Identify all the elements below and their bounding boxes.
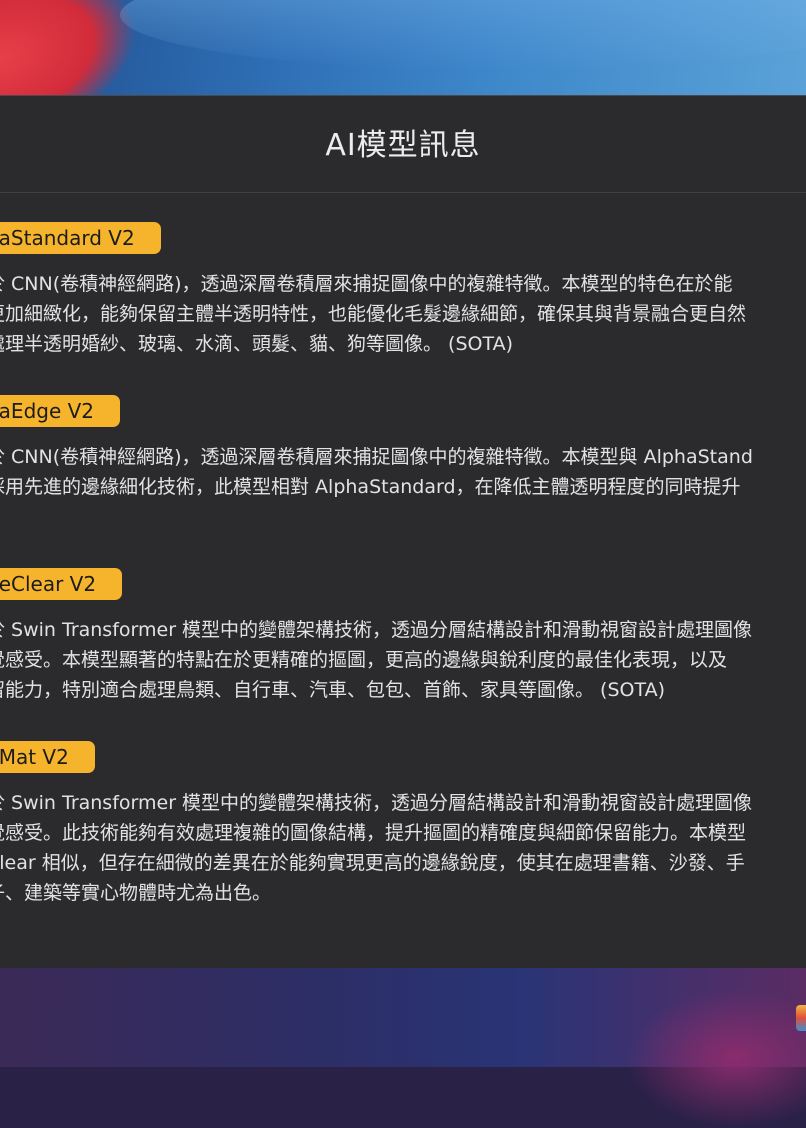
model-tag: haEdge V2 bbox=[0, 395, 121, 427]
description-line: 處理半透明婚紗、玻璃、水滴、頭髮、貓、狗等圖像。 (SOTA) bbox=[0, 333, 514, 355]
model-description: 於 CNN(卷積神經網路)，透過深層卷積層來捕捉圖像中的複雜特徵。本模型與 Al… bbox=[0, 442, 806, 532]
description-line: 於 CNN(卷積神經網路)，透過深層卷積層來捕捉圖像中的複雜特徵。本模型與 Al… bbox=[0, 446, 753, 468]
description-line: 更加細緻化，能夠保留主體半透明特性，也能優化毛髮邊緣細節，確保其與背景融合更自然 bbox=[0, 303, 747, 325]
description-line: 於 Swin Transformer 模型中的變體架構技術，透過分層結構設計和滑… bbox=[0, 792, 753, 814]
model-tag-label: haEdge V2 bbox=[0, 399, 95, 423]
model-description: 於 Swin Transformer 模型中的變體架構技術，透過分層結構設計和滑… bbox=[0, 615, 806, 705]
description-line: 覺感受。此技術能夠有效處理複雜的圖像結構，提升摳圖的精確度與細節保留能力。本模型 bbox=[0, 822, 747, 844]
window-title: AI模型訊息 bbox=[325, 128, 481, 163]
model-tag-label: dMat V2 bbox=[0, 745, 69, 769]
model-description: 於 CNN(卷積神經網路)，透過深層卷積層來捕捉圖像中的複雜特徵。本模型的特色在… bbox=[0, 269, 806, 359]
description-line: 於 Swin Transformer 模型中的變體架構技術，透過分層結構設計和滑… bbox=[0, 619, 753, 641]
model-tag: geClear V2 bbox=[0, 568, 123, 600]
description-line: 子、建築等實心物體時尤為出色。 bbox=[0, 882, 272, 904]
ai-model-info-window: AI模型訊息 haStandard V2 於 CNN(卷積神經網路)，透過深層卷… bbox=[0, 95, 806, 971]
desktop-wallpaper-top bbox=[0, 0, 806, 100]
description-line: 留能力，特別適合處理鳥類、自行車、汽車、包包、首飾、家具等圖像。 (SOTA) bbox=[0, 679, 666, 701]
description-line: 。 bbox=[0, 502, 806, 532]
desktop-wallpaper-bottom bbox=[0, 968, 806, 1128]
description-line: 採用先進的邊緣細化技術，此模型相對 AlphaStandard，在降低主體透明程… bbox=[0, 476, 741, 498]
wallpaper-light-wave bbox=[120, 0, 806, 70]
model-description: 於 Swin Transformer 模型中的變體架構技術，透過分層結構設計和滑… bbox=[0, 788, 806, 908]
description-line: 於 CNN(卷積神經網路)，透過深層卷積層來捕捉圖像中的複雜特徵。本模型的特色在… bbox=[0, 273, 733, 295]
model-tag: haStandard V2 bbox=[0, 222, 161, 254]
model-tag-label: geClear V2 bbox=[0, 572, 97, 596]
window-title-bar: AI模型訊息 bbox=[0, 96, 806, 193]
model-list: haStandard V2 於 CNN(卷積神經網路)，透過深層卷積層來捕捉圖像… bbox=[0, 193, 806, 970]
description-line: 覺感受。本模型顯著的特點在於更精確的摳圖，更高的邊緣與銳利度的最佳化表現，以及 bbox=[0, 649, 728, 671]
description-line: Clear 相似，但存在細微的差異在於能夠實現更高的邊緣銳度，使其在處理書籍、沙… bbox=[0, 852, 745, 874]
wallpaper-glow bbox=[626, 988, 806, 1128]
model-tag: dMat V2 bbox=[0, 741, 95, 773]
dock-app-icon[interactable] bbox=[796, 1005, 806, 1031]
model-tag-label: haStandard V2 bbox=[0, 226, 135, 250]
